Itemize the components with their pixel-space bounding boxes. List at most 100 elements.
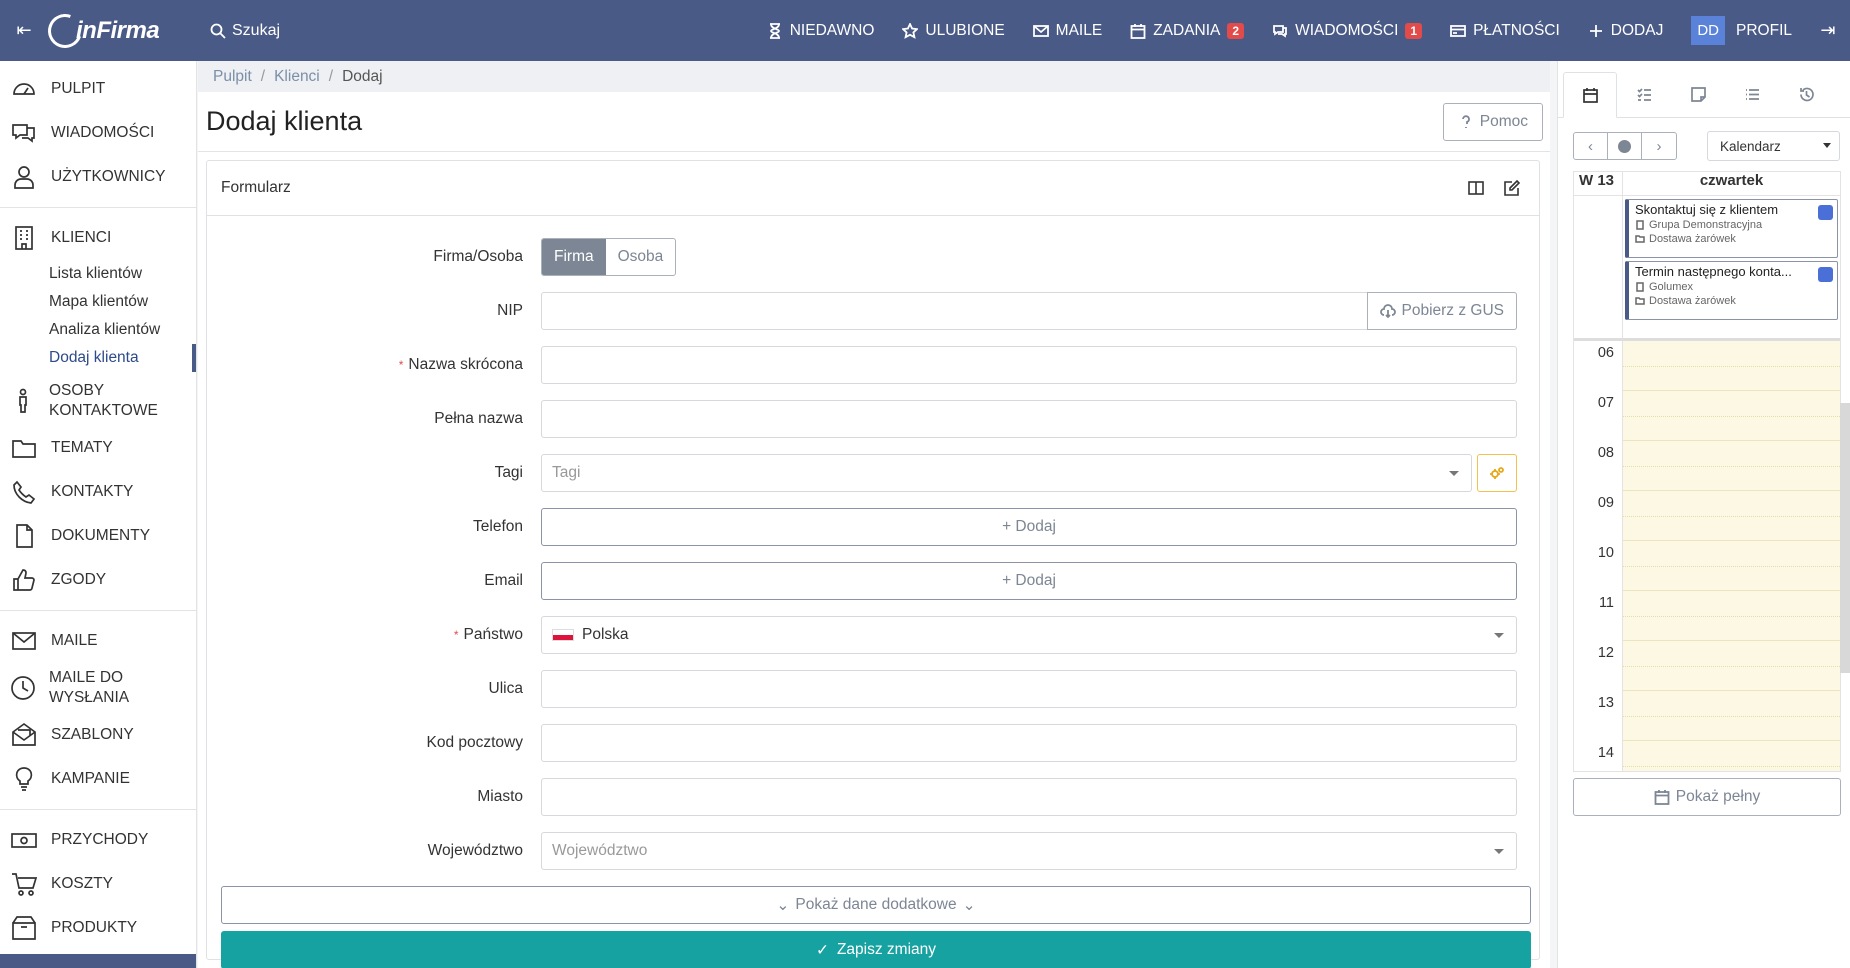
form-row-phone: Telefon + Dodaj	[207, 500, 1539, 554]
sidebar-item-szablony[interactable]: SZABLONY	[0, 713, 196, 757]
time-slot[interactable]	[1623, 491, 1840, 541]
thumbs-up-icon	[13, 569, 35, 591]
calendar-event[interactable]: Skontaktuj się z klientem Grupa Demonstr…	[1625, 199, 1838, 258]
event-checkbox[interactable]	[1818, 267, 1833, 282]
hour-label: 10	[1574, 541, 1623, 591]
logout-icon[interactable]: ⇥	[1806, 0, 1850, 61]
save-button[interactable]: ✓ Zapisz zmiany	[221, 931, 1531, 968]
full-name-input[interactable]	[541, 400, 1517, 438]
sidebar-item-przychody[interactable]: PRZYCHODY	[0, 818, 196, 862]
sidebar-item-tematy[interactable]: TEMATY	[0, 426, 196, 470]
envelope-icon	[12, 632, 36, 650]
short-name-label: * Nazwa skrócona	[398, 356, 523, 373]
tab-calendar[interactable]	[1563, 72, 1617, 118]
form-row-full-name: Pełna nazwa	[207, 392, 1539, 446]
sidebar-sub-mapa-klientow[interactable]: Mapa klientów	[0, 288, 196, 316]
time-slot[interactable]	[1623, 641, 1840, 691]
breadcrumb-pulpit[interactable]: Pulpit	[213, 68, 252, 86]
show-full-calendar-button[interactable]: Pokaż pełny	[1573, 778, 1841, 816]
time-slot[interactable]	[1623, 691, 1840, 741]
add-email-button[interactable]: + Dodaj	[541, 562, 1517, 600]
country-select[interactable]: Polska	[541, 616, 1517, 654]
sidebar-item-pulpit[interactable]: PULPIT	[0, 67, 196, 111]
sidebar-sub-analiza-klientow[interactable]: Analiza klientów	[0, 316, 196, 344]
short-name-input[interactable]	[541, 346, 1517, 384]
time-slot[interactable]	[1623, 541, 1840, 591]
document-icon	[16, 524, 33, 548]
sidebar-item-osoby-kontaktowe[interactable]: OSOBY KONTAKTOWE	[0, 376, 196, 426]
sidebar-sub-dodaj-klienta[interactable]: Dodaj klienta	[0, 344, 196, 372]
hour-label: 11	[1574, 591, 1623, 641]
check-icon: ✓	[815, 941, 829, 959]
add-phone-button[interactable]: + Dodaj	[541, 508, 1517, 546]
sidebar-item-kampanie[interactable]: KAMPANIE	[0, 757, 196, 801]
time-slot[interactable]	[1623, 441, 1840, 491]
sidebar-item-uzytkownicy[interactable]: UŻYTKOWNICY	[0, 155, 196, 199]
tags-select[interactable]: Tagi	[541, 454, 1472, 492]
tab-tasks[interactable]	[1617, 71, 1671, 117]
next-day-button[interactable]: ›	[1642, 133, 1676, 159]
type-option-osoba[interactable]: Osoba	[606, 239, 676, 275]
nav-messages[interactable]: WIADOMOŚCI 1	[1258, 0, 1436, 61]
sidebar-item-zgody[interactable]: ZGODY	[0, 558, 196, 602]
sidebar-item-klienci[interactable]: KLIENCI	[0, 216, 196, 260]
time-slot[interactable]	[1623, 391, 1840, 441]
nav-tasks[interactable]: ZADANIA 2	[1116, 0, 1258, 61]
voivodeship-select[interactable]: Województwo	[541, 832, 1517, 870]
prev-day-button[interactable]: ‹	[1574, 133, 1608, 159]
nav-favorites[interactable]: ULUBIONE	[888, 0, 1018, 61]
nav-add[interactable]: DODAJ	[1574, 0, 1678, 61]
type-option-firma[interactable]: Firma	[542, 239, 606, 275]
city-input[interactable]	[541, 778, 1517, 816]
sidebar-item-dokumenty[interactable]: DOKUMENTY	[0, 514, 196, 558]
calendar-scrollbar[interactable]	[1840, 403, 1850, 673]
calendar-view-select[interactable]: Kalendarz	[1707, 131, 1840, 161]
tab-history[interactable]	[1779, 71, 1833, 117]
search-button[interactable]: Szukaj	[210, 22, 280, 40]
tab-notes[interactable]	[1671, 71, 1725, 117]
banknote-icon	[11, 833, 37, 848]
credit-card-icon	[1450, 24, 1466, 37]
sidebar-item-produkty[interactable]: PRODUKTY	[0, 906, 196, 950]
gus-button[interactable]: Pobierz z GUS	[1367, 292, 1517, 330]
event-checkbox[interactable]	[1818, 205, 1833, 220]
columns-icon[interactable]	[1467, 179, 1485, 197]
tasks-badge: 2	[1227, 22, 1245, 39]
sidebar-sub-lista-klientow[interactable]: Lista klientów	[0, 260, 196, 288]
edit-icon[interactable]	[1503, 179, 1521, 197]
street-input[interactable]	[541, 670, 1517, 708]
folder-icon	[1635, 297, 1645, 305]
time-slot[interactable]	[1623, 741, 1840, 771]
sidebar-item-wiadomosci[interactable]: WIADOMOŚCI	[0, 111, 196, 155]
today-button[interactable]	[1608, 133, 1642, 159]
phone-label: Telefon	[473, 518, 523, 535]
calendar-event[interactable]: Termin następnego konta... Golumex Dosta…	[1625, 261, 1838, 320]
logo[interactable]: inFirma	[42, 0, 188, 61]
form-row-type: Firma/Osoba Firma Osoba	[207, 230, 1539, 284]
avatar: DD	[1691, 16, 1726, 45]
nav-payments[interactable]: PŁATNOŚCI	[1436, 0, 1574, 61]
collapse-sidebar-icon[interactable]: ⇤	[0, 0, 48, 61]
breadcrumb-klienci[interactable]: Klienci	[274, 68, 320, 86]
tab-list[interactable]	[1725, 71, 1779, 117]
help-button[interactable]: Pomoc	[1442, 102, 1543, 141]
sidebar-item-kontakty[interactable]: KONTAKTY	[0, 470, 196, 514]
sidebar-item-maile[interactable]: MAILE	[0, 619, 196, 663]
type-label: Firma/Osoba	[433, 248, 523, 265]
time-slot[interactable]	[1623, 341, 1840, 391]
sidebar-footer	[0, 954, 196, 968]
question-icon	[1461, 114, 1470, 128]
postal-code-input[interactable]	[541, 724, 1517, 762]
caret-down-icon	[1823, 143, 1831, 148]
form-row-email: Email + Dodaj	[207, 554, 1539, 608]
nav-recent[interactable]: NIEDAWNO	[753, 0, 889, 61]
nav-profile[interactable]: DD PROFIL	[1677, 0, 1806, 61]
show-more-button[interactable]: ⌄ Pokaż dane dodatkowe ⌄	[221, 886, 1531, 924]
nav-mails[interactable]: MAILE	[1019, 0, 1117, 61]
time-slot[interactable]	[1623, 591, 1840, 641]
sidebar-item-koszty[interactable]: KOSZTY	[0, 862, 196, 906]
nip-input[interactable]: Pobierz z GUS	[541, 292, 1517, 330]
tags-settings-button[interactable]	[1477, 454, 1517, 492]
sidebar-item-maile-do-wyslania[interactable]: MAILE DO WYSŁANIA	[0, 663, 196, 713]
chat-icon	[1273, 24, 1287, 38]
